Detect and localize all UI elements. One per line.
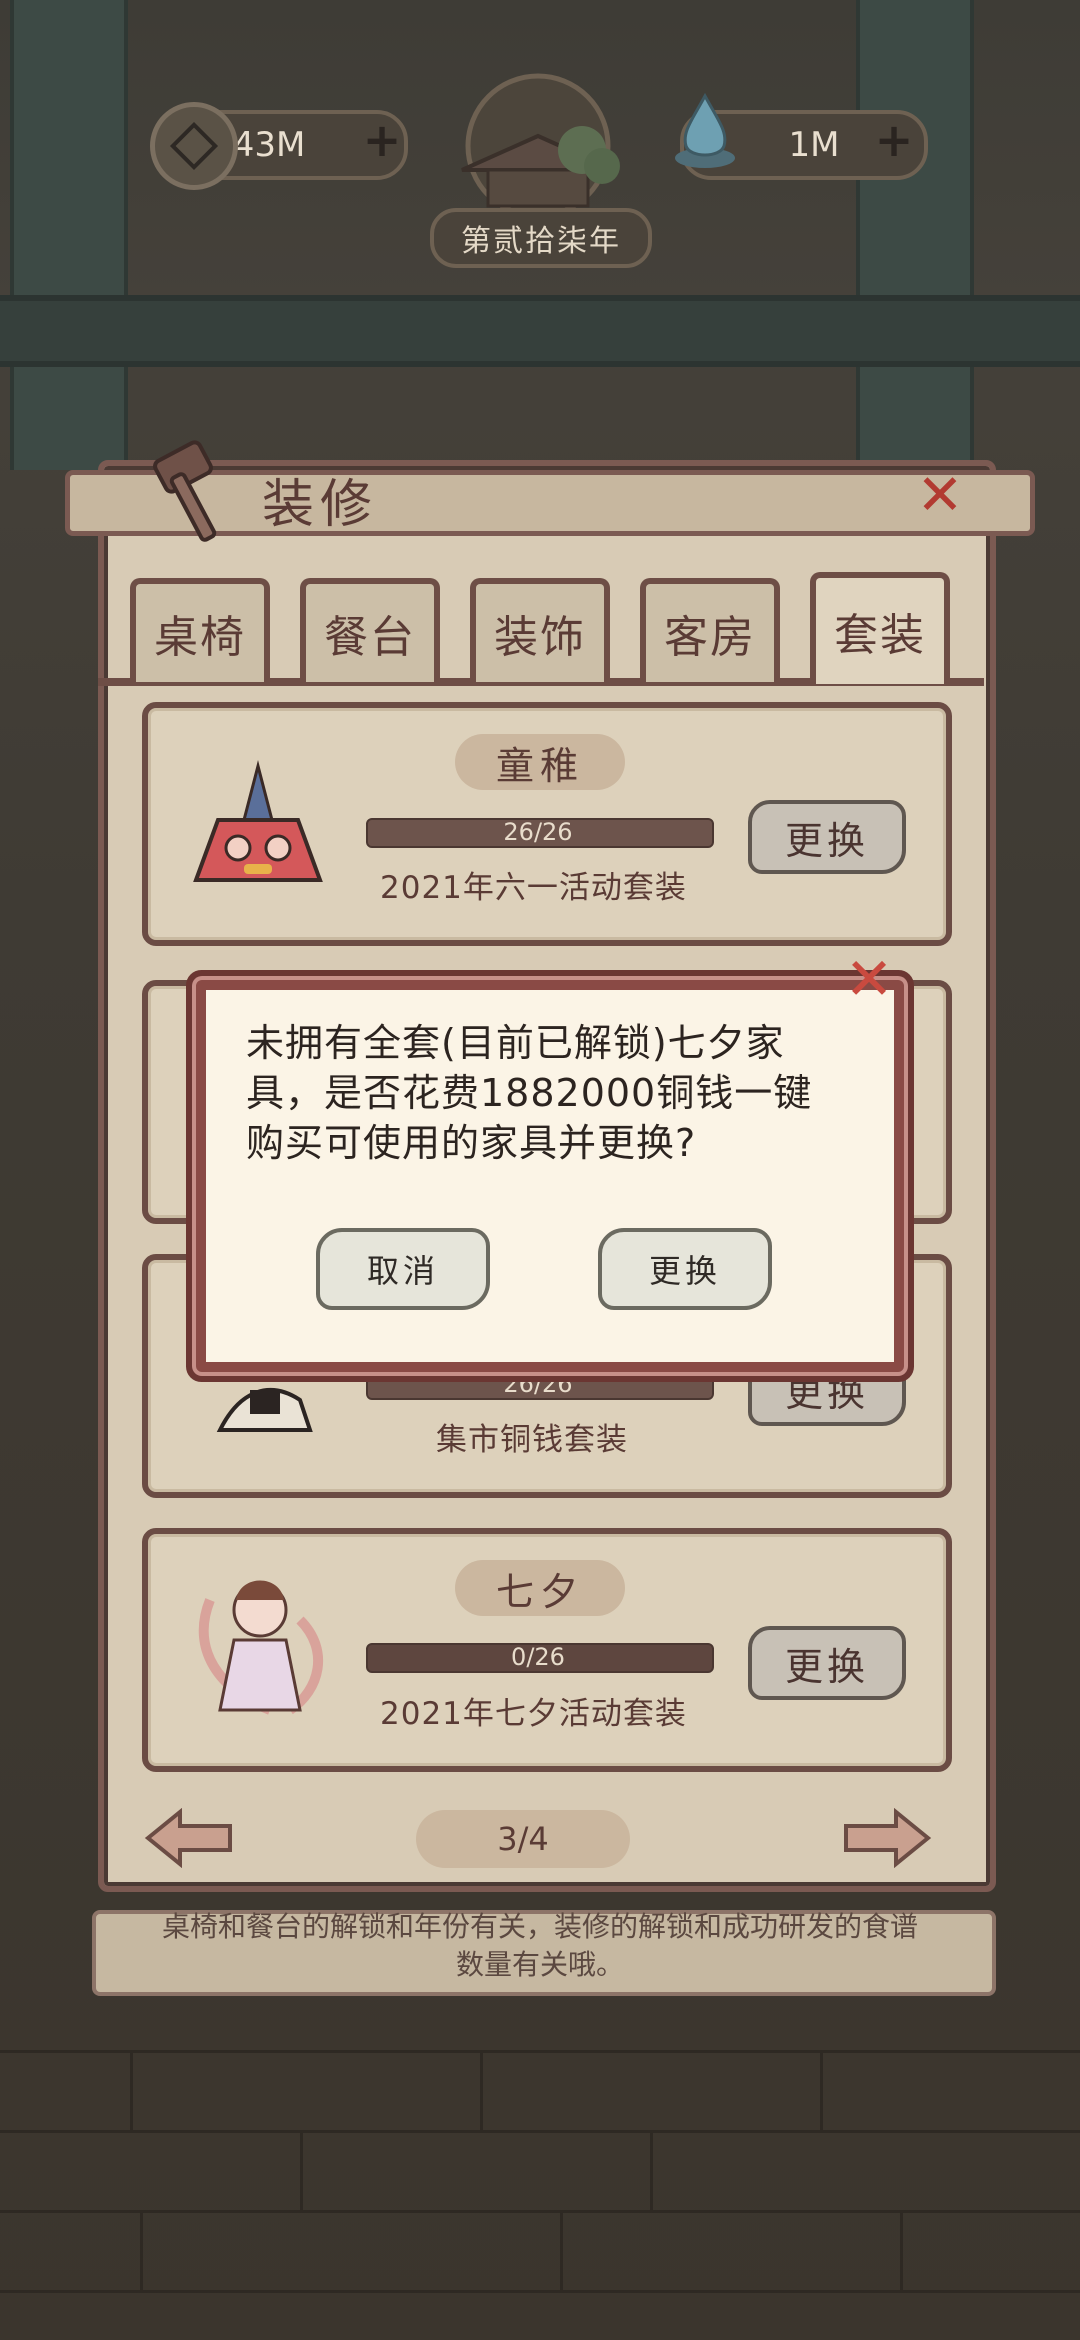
tab-label: 桌椅 bbox=[154, 612, 246, 663]
floor-seam bbox=[480, 2050, 483, 2130]
floor-seam bbox=[650, 2130, 653, 2210]
floor-line bbox=[0, 2210, 1080, 2213]
copper-coin-icon bbox=[150, 102, 238, 190]
panel-title: 装修 bbox=[262, 475, 379, 535]
year-label: 第贰拾柒年 bbox=[430, 208, 652, 268]
add-essence-button[interactable]: + bbox=[872, 113, 916, 167]
close-x-icon: ✕ bbox=[844, 945, 894, 1013]
set-progress-text: 26/26 bbox=[503, 818, 573, 846]
dialog-close-button[interactable]: ✕ bbox=[840, 950, 898, 1008]
set-progress-text: 0/26 bbox=[511, 1643, 565, 1671]
set-description: 2021年六一活动套装 bbox=[380, 870, 687, 906]
button-label: 更换 bbox=[784, 1644, 869, 1689]
pavilion-emblem-icon bbox=[461, 73, 620, 216]
floor-seam bbox=[820, 2050, 823, 2130]
set-description: 2021年七夕活动套装 bbox=[380, 1696, 687, 1732]
water-drop-icon bbox=[675, 92, 735, 168]
button-label: 更换 bbox=[648, 1252, 721, 1290]
tab-dining-counter[interactable]: 餐台 bbox=[300, 578, 440, 682]
weaver-girl-icon bbox=[198, 1580, 323, 1715]
page-indicator: 3/4 bbox=[416, 1810, 630, 1868]
button-label: 取消 bbox=[366, 1252, 439, 1290]
cancel-button[interactable]: 取消 bbox=[316, 1228, 490, 1310]
prev-page-arrow-icon[interactable] bbox=[144, 1808, 234, 1868]
tab-label: 客房 bbox=[664, 612, 756, 663]
confirm-replace-button[interactable]: 更换 bbox=[598, 1228, 772, 1310]
next-page-arrow-icon[interactable] bbox=[842, 1808, 932, 1868]
floor-line bbox=[0, 2130, 1080, 2133]
floor-line bbox=[0, 2290, 1080, 2293]
lion-dance-head-icon bbox=[193, 760, 323, 882]
replace-button[interactable]: 更换 bbox=[748, 800, 906, 874]
roof-beam bbox=[0, 295, 1080, 367]
hammer-icon bbox=[153, 440, 217, 542]
floor-seam bbox=[900, 2210, 903, 2290]
floor-seam bbox=[300, 2130, 303, 2210]
dialog-message: 未拥有全套(目前已解锁)七夕家具，是否花费1882000铜钱一键购买可使用的家具… bbox=[246, 1021, 813, 1165]
set-name: 七夕 bbox=[455, 1560, 625, 1616]
tab-label: 套装 bbox=[834, 610, 926, 661]
set-description: 集市铜钱套装 bbox=[436, 1422, 628, 1458]
button-label: 更换 bbox=[784, 818, 869, 863]
tab-tables-chairs[interactable]: 桌椅 bbox=[130, 578, 270, 682]
floor-line bbox=[0, 2050, 1080, 2053]
set-progress-text: 26/26 bbox=[503, 1370, 573, 1398]
floor-seam bbox=[130, 2050, 133, 2130]
replace-button[interactable]: 更换 bbox=[748, 1626, 906, 1700]
pillar-left bbox=[10, 0, 128, 470]
hint-text: 桌椅和餐台的解锁和年份有关，装修的解锁和成功研发的食谱数量有关哦。 bbox=[161, 1910, 918, 1981]
tab-label: 装饰 bbox=[494, 612, 586, 663]
tab-decorations[interactable]: 装饰 bbox=[470, 578, 610, 682]
coin-amount: 43M bbox=[232, 125, 306, 165]
essence-amount: 1M bbox=[788, 125, 840, 165]
tab-label: 餐台 bbox=[324, 612, 416, 663]
tab-guest-rooms[interactable]: 客房 bbox=[640, 578, 780, 682]
close-x-icon: ✕ bbox=[916, 463, 964, 528]
pillar-right bbox=[856, 0, 974, 470]
tab-sets[interactable]: 套装 bbox=[810, 572, 950, 684]
figure-icon bbox=[216, 1388, 313, 1432]
floor-seam bbox=[140, 2210, 143, 2290]
add-coins-button[interactable]: + bbox=[360, 113, 404, 167]
floor-seam bbox=[560, 2210, 563, 2290]
panel-close-button[interactable]: ✕ bbox=[910, 468, 970, 528]
set-name: 童稚 bbox=[455, 734, 625, 790]
